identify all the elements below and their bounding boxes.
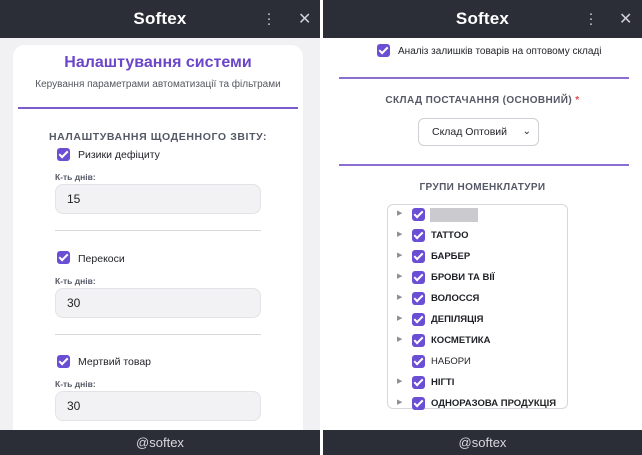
- tree-item-label: НІГТІ: [431, 377, 455, 388]
- expand-arrow-icon[interactable]: ▶: [397, 251, 402, 259]
- supply-warehouse-select[interactable]: Склад Оптовий ⌄: [418, 118, 539, 146]
- settings-card: Налаштування системи Керування параметра…: [13, 45, 303, 445]
- supply-warehouse-heading: СКЛАД ПОСТАЧАННЯ (ОСНОВНИЙ) *: [385, 95, 580, 106]
- expand-arrow-icon[interactable]: ▶: [397, 377, 402, 385]
- days-label: К-ть днів:: [55, 276, 96, 286]
- card-subtitle: Керування параметрами автоматизації та ф…: [35, 79, 281, 90]
- divider: [339, 77, 629, 79]
- tree-item[interactable]: ▶ TATTOO: [388, 227, 567, 245]
- tree-item-label: БАРБЕР: [431, 251, 471, 262]
- tree-item-checkbox[interactable]: [412, 313, 425, 326]
- tree-item-label: БРОВИ ТА ВІЇ: [431, 272, 495, 283]
- supply-warehouse-value: Склад Оптовий: [432, 126, 507, 138]
- expand-arrow-icon[interactable]: ▶: [397, 272, 402, 280]
- right-titlebar: Softex · · · ✕: [323, 0, 642, 38]
- tree-item[interactable]: ▶ БАРБЕР: [388, 248, 567, 266]
- wholesale-stock-label: Аналіз залишків товарів на оптовому скла…: [398, 46, 602, 57]
- close-icon[interactable]: ✕: [619, 9, 632, 29]
- tree-item[interactable]: НАБОРИ: [388, 353, 567, 371]
- required-mark: *: [575, 95, 580, 106]
- dead-stock-days-input[interactable]: 30: [55, 391, 261, 421]
- tree-item-label: ДЕПІЛЯЦІЯ: [431, 314, 484, 325]
- deficit-days-input[interactable]: 15: [55, 184, 261, 214]
- expand-arrow-icon[interactable]: ▶: [397, 293, 402, 301]
- right-window: Softex · · · ✕ Аналіз залишків товарів на …: [323, 0, 642, 455]
- imbalance-label: Перекоси: [78, 253, 125, 265]
- tree-item-label: КОСМЕТИКА: [431, 335, 491, 346]
- dead-stock-label: Мертвий товар: [78, 356, 152, 368]
- tree-item[interactable]: ▶: [388, 206, 567, 224]
- tree-item-label: ВОЛОССЯ: [431, 293, 480, 304]
- expand-arrow-icon[interactable]: ▶: [397, 230, 402, 238]
- tree-item[interactable]: ▶ КОСМЕТИКА: [388, 332, 567, 350]
- expand-arrow-icon[interactable]: ▶: [397, 398, 402, 406]
- app-title: Softex: [455, 9, 510, 28]
- tree-item-label: TATTOO: [431, 230, 469, 241]
- deficit-risk-label: Ризики дефіциту: [78, 149, 160, 161]
- tree-item[interactable]: ▶ ОДНОРАЗОВА ПРОДУКЦІЯ: [388, 395, 567, 413]
- tree-item-checkbox[interactable]: [412, 292, 425, 305]
- close-icon[interactable]: ✕: [298, 9, 311, 29]
- tree-item-label: ОДНОРАЗОВА ПРОДУКЦІЯ: [431, 398, 557, 409]
- more-options-icon[interactable]: · · ·: [266, 6, 272, 31]
- more-options-icon[interactable]: · · ·: [588, 6, 594, 31]
- deficit-risk-checkbox[interactable]: [57, 148, 70, 161]
- left-titlebar: Softex · · · ✕: [0, 0, 320, 38]
- imbalance-checkbox[interactable]: [57, 251, 70, 264]
- tree-item-checkbox[interactable]: [412, 271, 425, 284]
- wholesale-stock-checkbox[interactable]: [377, 44, 390, 57]
- screenshot-root: Softex · · · ✕ Налаштування системи Керува…: [0, 0, 642, 455]
- daily-report-heading: НАЛАШТУВАННЯ ЩОДЕННОГО ЗВІТУ:: [48, 131, 268, 143]
- nomenclature-tree[interactable]: ▶ ▶ TATTOO ▶ БАРБЕР ▶ БРОВИ ТА ВІЇ ▶ ВОЛ…: [387, 204, 568, 410]
- tree-item-label: НАБОРИ: [431, 356, 471, 367]
- dead-stock-checkbox[interactable]: [57, 355, 70, 368]
- tree-item[interactable]: ▶ НІГТІ: [388, 374, 567, 392]
- footer: @softex: [0, 430, 320, 455]
- tree-item[interactable]: ▶ ВОЛОССЯ: [388, 290, 567, 308]
- tree-item[interactable]: ▶ ДЕПІЛЯЦІЯ: [388, 311, 567, 329]
- expand-arrow-icon[interactable]: ▶: [397, 335, 402, 343]
- tree-item-checkbox[interactable]: [412, 250, 425, 263]
- redacted-label: [430, 208, 478, 222]
- tree-item-checkbox[interactable]: [412, 334, 425, 347]
- divider: [339, 164, 629, 166]
- tree-item-checkbox[interactable]: [412, 229, 425, 242]
- days-label: К-ть днів:: [55, 172, 96, 182]
- expand-arrow-icon[interactable]: ▶: [397, 314, 402, 322]
- groups-heading: ГРУПИ НОМЕНКЛАТУРИ: [419, 182, 546, 193]
- left-window: Softex · · · ✕ Налаштування системи Керува…: [0, 0, 320, 455]
- imbalance-days-input[interactable]: 30: [55, 288, 261, 318]
- chevron-down-icon: ⌄: [522, 126, 531, 137]
- tree-item[interactable]: ▶ БРОВИ ТА ВІЇ: [388, 269, 567, 287]
- footer: @softex: [323, 430, 642, 455]
- tree-item-checkbox[interactable]: [412, 208, 425, 221]
- tree-item-checkbox[interactable]: [412, 397, 425, 410]
- expand-arrow-icon[interactable]: ▶: [397, 209, 402, 217]
- tree-item-checkbox[interactable]: [412, 355, 425, 368]
- separator: [55, 230, 261, 231]
- days-label: К-ть днів:: [55, 379, 96, 389]
- separator: [55, 334, 261, 335]
- card-title: Налаштування системи: [64, 54, 252, 71]
- card-divider: [18, 107, 298, 109]
- tree-item-checkbox[interactable]: [412, 376, 425, 389]
- app-title: Softex: [133, 9, 187, 28]
